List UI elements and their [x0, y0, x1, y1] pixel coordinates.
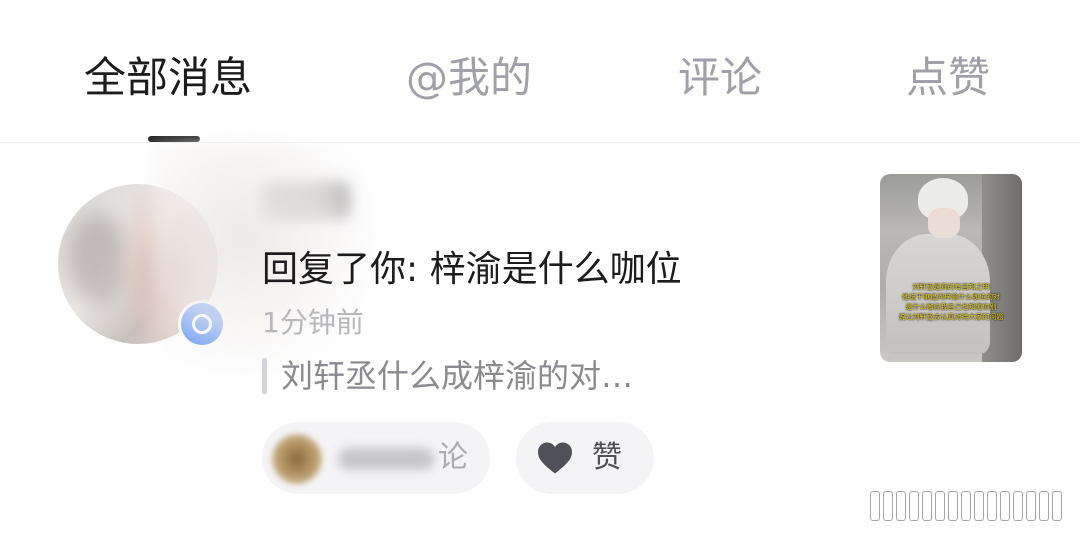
reply-comment-button[interactable]: 论 [262, 422, 490, 494]
comment-label: 论 [438, 440, 468, 475]
post-thumbnail[interactable]: 刘轩丞是真的有自知之明 他说干嘛追问梓渝什么咖位的对 是什么咖位我自己也知道你别… [880, 174, 1022, 362]
reply-text[interactable]: 回复了你: 梓渝是什么咖位 [262, 246, 682, 294]
tab-likes[interactable]: 点赞 [906, 50, 990, 106]
tab-comments[interactable]: 评论 [678, 50, 762, 106]
tab-divider [0, 142, 1080, 143]
thumbnail-caption-line: 刘轩丞是真的有自知之明 [912, 283, 990, 291]
verified-badge-icon [178, 300, 226, 348]
thumbnail-caption-line: 他说干嘛追问梓渝什么咖位的对 [902, 293, 1000, 301]
thumbnail-person-face [928, 208, 960, 238]
quote-text: 刘轩丞什么成梓渝的对… [281, 357, 634, 395]
comment-label-blurred [338, 448, 434, 470]
mini-avatar [272, 434, 322, 484]
heart-icon [536, 439, 574, 477]
like-button[interactable]: 赞 [516, 422, 654, 494]
thumbnail-caption: 刘轩丞是真的有自知之明 他说干嘛追问梓渝什么咖位的对 是什么咖位我自己也知道你别… [880, 282, 1022, 322]
quote-bar [262, 358, 267, 394]
tab-mentions[interactable]: @我的 [406, 50, 532, 106]
like-label: 赞 [592, 440, 622, 475]
watermark [870, 488, 1070, 524]
tab-all-messages[interactable]: 全部消息 [84, 50, 252, 106]
timestamp: 1分钟前 [262, 306, 364, 339]
quoted-comment[interactable]: 刘轩丞什么成梓渝的对… [262, 356, 633, 396]
username-blurred[interactable] [262, 182, 350, 220]
thumbnail-caption-line: 是什么咖位我自己也知道你别 [905, 303, 997, 311]
tab-bar: 全部消息 @我的 评论 点赞 [0, 0, 1080, 142]
thumbnail-caption-line: 说让刘轩丞去认真对待大家的问题 [898, 313, 1004, 321]
